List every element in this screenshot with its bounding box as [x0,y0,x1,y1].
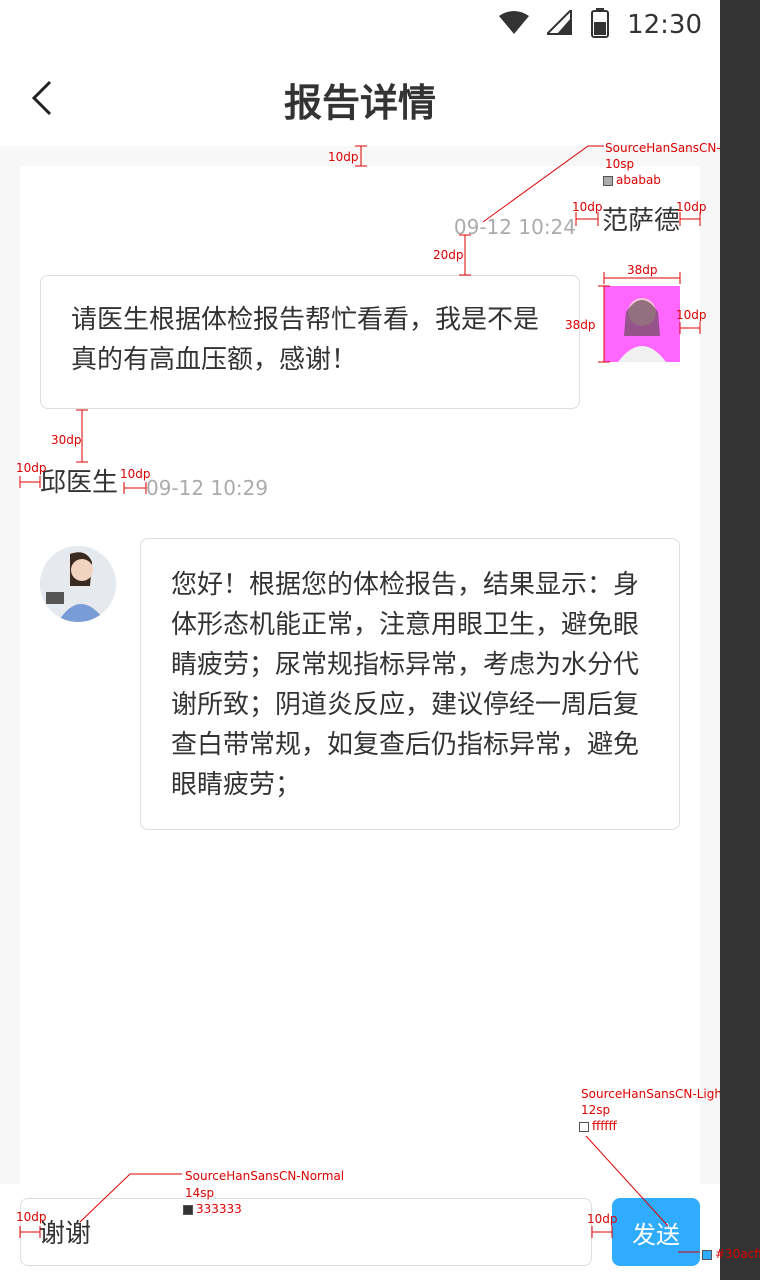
annotation-time-size: 10sp [605,157,635,171]
annotation-10dp-avatar: 10dp [676,308,707,322]
annotation-input-color-row: 333333 [183,1202,242,1216]
annotation-10dp-name-left: 10dp [572,200,603,214]
annotation-30dp: 30dp [51,433,82,447]
annotation-10dp-doc-time: 10dp [120,467,151,481]
annotation-send-color-row: ffffff [579,1119,617,1133]
color-swatch [603,175,613,186]
annotation-send-font: SourceHanSansCN-Light [581,1087,727,1101]
color-swatch [702,1249,712,1260]
color-swatch [579,1121,589,1132]
annotation-send-bg-row: #30acff [702,1247,760,1261]
annotation-send-bg: #30acff [715,1247,760,1261]
annotation-38dp-width: 38dp [627,263,658,277]
color-swatch [183,1204,193,1215]
annotation-send-size: 12sp [581,1103,611,1117]
annotation-10dp-input-left: 10dp [16,1210,47,1224]
annotation-input-color: 333333 [196,1202,242,1216]
annotation-10dp-send-left: 10dp [587,1212,618,1226]
annotation-38dp-height: 38dp [565,318,596,332]
annotation-time-color: ababab [616,173,661,187]
annotation-10dp-doc-left: 10dp [16,461,47,475]
phone-screen: 12:30 报告详情 09-12 10:24 范萨德 请医生根据体检报告帮忙看看… [0,0,751,1280]
annotation-send-color: ffffff [592,1119,617,1133]
annotation-10dp-top: 10dp [328,150,359,164]
annotation-10dp-name-right: 10dp [676,200,707,214]
annotation-20dp: 20dp [433,248,464,262]
annotation-input-size: 14sp [185,1186,215,1200]
annotation-input-font: SourceHanSansCN-Normal [185,1169,345,1183]
annotation-time-color-row: ababab [603,173,661,187]
right-gutter: #30acff [702,0,760,1280]
